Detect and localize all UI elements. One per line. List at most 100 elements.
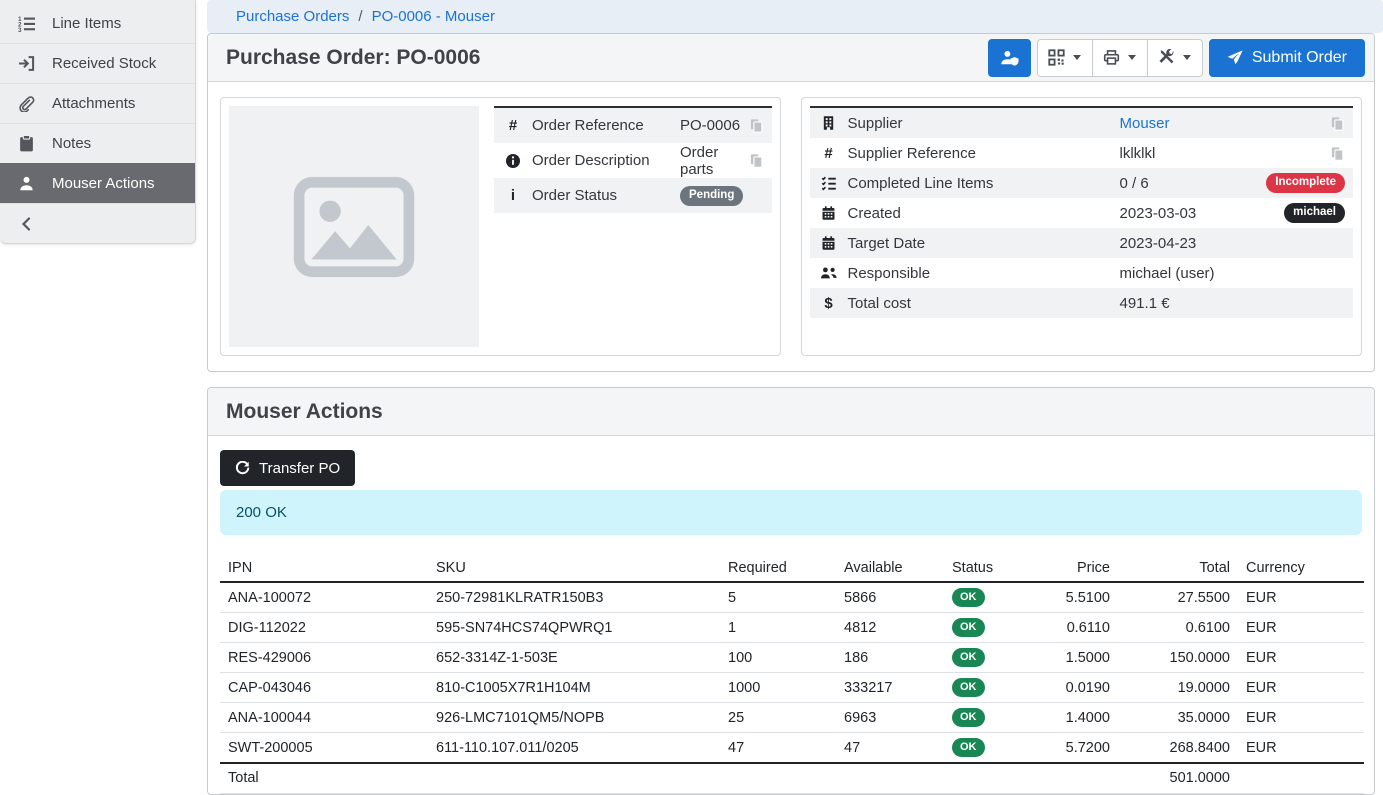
detail-row-created: Created 2023-03-03 michael — [810, 198, 1354, 228]
sidebar-item-received-stock[interactable]: Received Stock — [0, 43, 195, 83]
detail-value: 2023-03-03 — [1120, 205, 1285, 222]
tools-icon — [1158, 49, 1175, 66]
breadcrumb-separator: / — [358, 8, 362, 25]
cell-currency: EUR — [1238, 733, 1364, 764]
detail-row-order-reference: # Order Reference PO-0006 — [494, 108, 772, 143]
ok-badge: OK — [952, 708, 985, 727]
detail-label: Order Reference — [532, 117, 680, 134]
detail-label: Created — [848, 205, 1120, 222]
table-row: ANA-100072 250-72981KLRATR150B3 5 5866 O… — [220, 582, 1364, 613]
empty-detail-row — [810, 318, 1354, 344]
cell-available: 6963 — [836, 703, 944, 733]
cell-price: 5.5100 — [1040, 582, 1118, 613]
purchase-order-panel-header: Purchase Order: PO-0006 — [208, 34, 1374, 82]
copy-icon[interactable] — [749, 153, 764, 168]
admin-view-button[interactable] — [988, 39, 1031, 77]
cell-sku: 250-72981KLRATR150B3 — [428, 582, 720, 613]
supplier-info-card: Supplier Mouser # Supplier Reference lkl… — [801, 97, 1363, 356]
cell-currency: EUR — [1238, 703, 1364, 733]
transfer-po-button[interactable]: Transfer PO — [220, 450, 355, 486]
copy-icon[interactable] — [1330, 116, 1345, 131]
mouser-actions-title: Mouser Actions — [226, 400, 383, 424]
qrcode-icon — [1048, 49, 1065, 66]
mouser-actions-body: Transfer PO 200 OK IPN SKU Required Avai… — [208, 436, 1374, 794]
sidebar-item-notes[interactable]: Notes — [0, 123, 195, 163]
cell-status: OK — [944, 582, 1040, 613]
table-row: RES-429006 652-3314Z-1-503E 100 186 OK 1… — [220, 643, 1364, 673]
cell-sku: 810-C1005X7R1H104M — [428, 673, 720, 703]
cell-available: 4812 — [836, 613, 944, 643]
cell-required: 1000 — [720, 673, 836, 703]
col-header-sku: SKU — [428, 555, 720, 582]
cell-sku: 652-3314Z-1-503E — [428, 643, 720, 673]
cell-total: 0.6100 — [1118, 613, 1238, 643]
sidebar-item-mouser-actions[interactable]: Mouser Actions — [0, 163, 195, 203]
cell-price: 1.4000 — [1040, 703, 1118, 733]
page-title: Purchase Order: PO-0006 — [226, 46, 480, 70]
detail-row-completed-line-items: Completed Line Items 0 / 6 Incomplete — [810, 168, 1354, 198]
cell-status: OK — [944, 643, 1040, 673]
cell-ipn: ANA-100044 — [220, 703, 428, 733]
cell-total: 35.0000 — [1118, 703, 1238, 733]
breadcrumb-link-purchase-orders[interactable]: Purchase Orders — [236, 8, 349, 25]
detail-value: PO-0006 — [680, 117, 742, 134]
cell-required: 47 — [720, 733, 836, 764]
status-badge: Pending — [680, 186, 743, 206]
sidebar: 123 Line Items Received Stock Attachment… — [0, 0, 196, 244]
hashtag-icon: # — [810, 145, 848, 162]
barcode-actions-button[interactable] — [1037, 39, 1093, 77]
sidebar-item-line-items[interactable]: 123 Line Items — [0, 3, 195, 43]
detail-value: lklklkl — [1120, 145, 1324, 162]
cell-ipn: CAP-043046 — [220, 673, 428, 703]
purchase-order-panel: Purchase Order: PO-0006 — [207, 33, 1375, 372]
breadcrumb-link-current[interactable]: PO-0006 - Mouser — [372, 8, 495, 25]
user-shield-icon — [1000, 49, 1019, 66]
cell-price: 5.7200 — [1040, 733, 1118, 764]
cell-currency: EUR — [1238, 582, 1364, 613]
chevron-left-icon — [0, 217, 52, 231]
submit-order-button[interactable]: Submit Order — [1209, 39, 1365, 77]
copy-icon[interactable] — [749, 118, 764, 133]
cell-sku: 595-SN74HCS74QPWRQ1 — [428, 613, 720, 643]
breadcrumb: Purchase Orders / PO-0006 - Mouser — [207, 0, 1383, 33]
copy-icon[interactable] — [1330, 146, 1345, 161]
col-header-available: Available — [836, 555, 944, 582]
sidebar-item-label: Attachments — [52, 95, 135, 112]
order-info-table: # Order Reference PO-0006 Order Descript… — [494, 106, 772, 213]
cell-sku: 926-LMC7101QM5/NOPB — [428, 703, 720, 733]
sign-in-icon — [0, 55, 52, 72]
col-header-ipn: IPN — [220, 555, 428, 582]
cell-required: 1 — [720, 613, 836, 643]
status-alert: 200 OK — [220, 490, 1362, 535]
cell-status: OK — [944, 673, 1040, 703]
cell-required: 5 — [720, 582, 836, 613]
header-actions: Submit Order — [988, 39, 1365, 77]
table-row: CAP-043046 810-C1005X7R1H104M 1000 33321… — [220, 673, 1364, 703]
cell-price: 0.6110 — [1040, 613, 1118, 643]
sidebar-item-attachments[interactable]: Attachments — [0, 83, 195, 123]
detail-label: Supplier — [848, 115, 1120, 132]
caret-down-icon — [1073, 55, 1081, 60]
ok-badge: OK — [952, 648, 985, 667]
mouser-actions-panel-header: Mouser Actions — [208, 388, 1374, 436]
cell-status: OK — [944, 733, 1040, 764]
cell-ipn: RES-429006 — [220, 643, 428, 673]
print-actions-button[interactable] — [1092, 39, 1148, 77]
hashtag-icon: # — [494, 117, 532, 134]
cell-currency: EUR — [1238, 643, 1364, 673]
cell-available: 333217 — [836, 673, 944, 703]
cell-status: OK — [944, 703, 1040, 733]
ok-badge: OK — [952, 738, 985, 757]
cell-price: 0.0190 — [1040, 673, 1118, 703]
building-icon — [810, 115, 848, 131]
incomplete-badge: Incomplete — [1266, 173, 1345, 193]
order-options-button[interactable] — [1147, 39, 1203, 77]
status-alert-text: 200 OK — [236, 504, 287, 521]
detail-value: 2023-04-23 — [1120, 235, 1324, 252]
sidebar-collapse-button[interactable] — [0, 203, 195, 243]
supplier-link[interactable]: Mouser — [1120, 115, 1324, 132]
cell-available: 5866 — [836, 582, 944, 613]
ok-badge: OK — [952, 618, 985, 637]
detail-value: 0 / 6 — [1120, 175, 1267, 192]
line-items-table: IPN SKU Required Available Status Price … — [220, 555, 1364, 794]
